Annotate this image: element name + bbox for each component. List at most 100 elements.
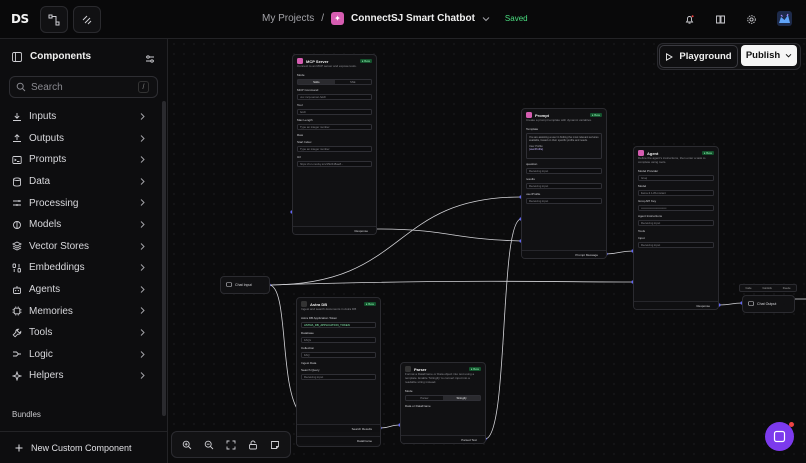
field-label: Start Index: [297, 139, 312, 144]
canvas-controls: [171, 431, 291, 458]
components-button[interactable]: [73, 6, 101, 33]
model-select[interactable]: llama-3.1-8b-instant: [638, 189, 714, 196]
flow-icon: [48, 14, 60, 25]
zoom-out-icon[interactable]: [204, 440, 214, 450]
sidebar-item-outputs[interactable]: Outputs: [0, 128, 160, 150]
node-title: Agent: [647, 150, 659, 156]
question-input[interactable]: Receiving input: [526, 167, 602, 174]
sidebar-item-memories[interactable]: Memories: [0, 300, 160, 322]
publish-button[interactable]: Publish: [741, 45, 797, 66]
parser-mode-toggle[interactable]: Parser Stringify: [405, 394, 481, 401]
results-input[interactable]: Receiving input: [526, 182, 602, 189]
note-icon[interactable]: [270, 440, 280, 450]
chat-input-node[interactable]: Chat Input: [220, 276, 270, 294]
sidebar-item-helpers[interactable]: Helpers: [0, 365, 160, 387]
new-custom-component-button[interactable]: New Custom Component: [0, 431, 168, 463]
playground-button[interactable]: Playground: [659, 45, 738, 68]
project-icon: ✦: [331, 12, 345, 25]
fit-view-icon[interactable]: [226, 440, 236, 450]
api-key-field[interactable]: ••••••••••••••••••••••••••: [638, 204, 714, 211]
url-field[interactable]: https://run.mocky.io/v3/92448ae8...: [297, 160, 372, 167]
userprofile-input[interactable]: Receiving input: [526, 197, 602, 204]
template-field[interactable]: You are assisting a user in finding the …: [526, 132, 602, 159]
search-input[interactable]: Search /: [9, 76, 158, 98]
sidebar-item-embeddings[interactable]: Embeddings: [0, 257, 160, 279]
mcp-command-field[interactable]: uvx mcp-server-fetch: [297, 93, 372, 100]
node-output[interactable]: DataFrame: [297, 436, 380, 444]
app-logo[interactable]: DS: [11, 12, 29, 26]
zoom-in-icon[interactable]: [182, 440, 192, 450]
mode-stdio[interactable]: Stdio: [298, 79, 335, 84]
field-label: Tool: [297, 102, 303, 107]
node-output[interactable]: Parsed Text: [401, 435, 485, 443]
provider-select[interactable]: Groq: [638, 174, 714, 181]
sidebar-item-data[interactable]: Data: [0, 171, 160, 193]
agent-input[interactable]: Receiving input: [638, 241, 714, 248]
search-query-input[interactable]: Receiving input: [301, 373, 376, 380]
code-button[interactable]: Code: [745, 287, 751, 290]
field-label: Collection: [301, 345, 315, 350]
mcp-server-node[interactable]: MCP Server ● Beta Connect to an MCP serve…: [292, 54, 377, 235]
sidebar-item-tools[interactable]: Tools: [0, 322, 160, 344]
max-length-field[interactable]: Type an integer number: [297, 123, 372, 130]
play-icon: [666, 52, 674, 61]
agent-node[interactable]: Agent ● Beta Define the agent's instructi…: [633, 146, 719, 310]
sidebar-item-vector-stores[interactable]: Vector Stores: [0, 236, 160, 258]
database-select[interactable]: FAQs: [301, 336, 376, 343]
parser-node[interactable]: Parser ● Beta Format a DataFrame or Data …: [400, 362, 486, 444]
lock-icon[interactable]: [248, 440, 258, 450]
sidebar-item-models[interactable]: Models: [0, 214, 160, 236]
sidebar-item-agents[interactable]: Agents: [0, 279, 160, 301]
sidebar-item-inputs[interactable]: Inputs: [0, 106, 160, 128]
mode-parser[interactable]: Parser: [406, 396, 443, 400]
node-description: Define the agent's instructions, then en…: [638, 156, 706, 164]
flow-canvas[interactable]: MCP Server ● Beta Connect to an MCP serve…: [169, 39, 806, 463]
astra-db-node[interactable]: Astra DB ● Beta Ingest and search documen…: [296, 297, 381, 447]
docs-button[interactable]: [715, 12, 726, 30]
token-field[interactable]: ASTRA_DB_APPLICATION_TOKEN: [301, 321, 376, 328]
node-output[interactable]: Search Results: [297, 424, 380, 432]
sidebar-item-logic[interactable]: Logic: [0, 344, 160, 366]
sidebar-item-label: Vector Stores: [29, 240, 90, 252]
sidebar-item-label: Inputs: [29, 111, 57, 123]
sidebar-item-processing[interactable]: Processing: [0, 192, 160, 214]
mode-stringify[interactable]: Stringify: [443, 395, 480, 400]
tool-select[interactable]: fetch: [297, 108, 372, 115]
node-title: MCP Server: [306, 58, 329, 64]
breadcrumb-my-projects[interactable]: My Projects: [262, 13, 314, 24]
node-output[interactable]: Prompt Message: [522, 250, 606, 258]
flows-button[interactable]: [40, 6, 68, 33]
chevron-down-icon: [785, 53, 792, 58]
settings-button[interactable]: [746, 12, 757, 30]
top-bar: DS My Projects / ✦ ConnectSJ Smart Chatb…: [0, 0, 806, 39]
terminal-icon: [12, 156, 22, 164]
mode-toggle[interactable]: Stdio SSE: [297, 78, 372, 85]
project-name[interactable]: ConnectSJ Smart Chatbot: [351, 13, 475, 24]
collection-select[interactable]: FAQ: [301, 351, 376, 358]
component-icon: [82, 15, 92, 24]
prompt-node[interactable]: Prompt ● Beta Create a prompt template wi…: [521, 108, 607, 259]
node-output[interactable]: Response: [293, 226, 376, 234]
field-label: Max Length: [297, 117, 313, 122]
chat-output-node[interactable]: Chat Output: [742, 295, 795, 313]
node-output[interactable]: Response: [634, 301, 718, 309]
field-label: MCP Command: [297, 87, 319, 92]
field-label: Mode: [405, 388, 413, 393]
user-avatar[interactable]: [777, 11, 792, 31]
mode-sse[interactable]: SSE: [335, 80, 372, 84]
controls-button[interactable]: Controls: [762, 287, 771, 290]
start-index-field[interactable]: Type an integer number: [297, 145, 372, 152]
beta-badge: ● Beta: [589, 113, 602, 117]
sidebar-item-prompts[interactable]: Prompts: [0, 149, 160, 171]
sidebar-item-label: Helpers: [29, 370, 64, 382]
chevron-down-icon[interactable]: [482, 15, 490, 23]
notifications-button[interactable]: [684, 12, 695, 30]
chat-fab-button[interactable]: [765, 422, 794, 451]
logic-icon: [13, 351, 21, 357]
chevron-right-icon: [140, 307, 145, 315]
filter-button[interactable]: [145, 51, 155, 69]
sidebar-scrollbar[interactable]: [162, 101, 166, 416]
instructions-input[interactable]: Receiving input: [638, 219, 714, 226]
freeze-button[interactable]: Freeze: [783, 287, 791, 290]
chat-icon: [226, 282, 232, 287]
